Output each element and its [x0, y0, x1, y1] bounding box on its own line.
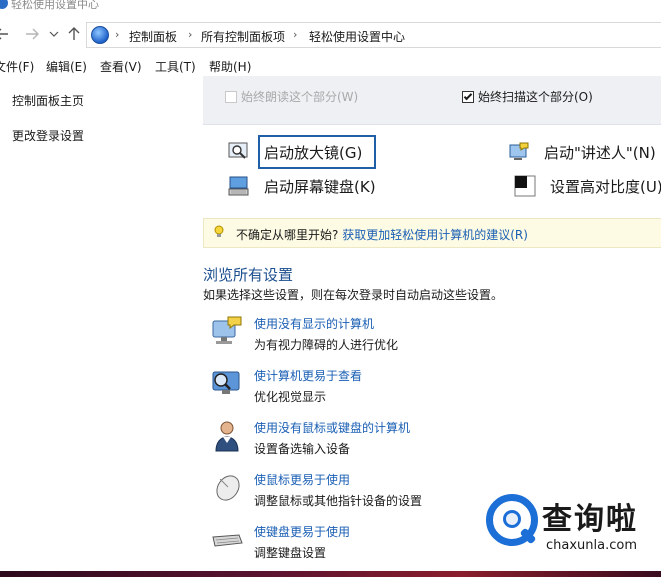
always-scan-checkbox[interactable] [462, 90, 474, 103]
setting-description: 设置备选输入设备 [254, 442, 351, 456]
window-title: 轻松使用设置中心 [11, 0, 99, 11]
section-heading: 浏览所有设置 [203, 266, 294, 284]
mouse-icon [210, 471, 244, 505]
keyboard-screen-icon [228, 175, 250, 197]
sidebar-item-change-login-settings[interactable]: 更改登录设置 [12, 127, 84, 144]
setting-description: 调整鼠标或其他指针设备的设置 [254, 494, 423, 508]
logo-dot [503, 510, 521, 528]
setting-link[interactable]: 使鼠标更易于使用 [254, 471, 350, 488]
breadcrumb-separator-icon[interactable]: › [188, 28, 192, 41]
breadcrumb-separator-icon[interactable]: › [293, 28, 297, 41]
high-contrast-label: 设置高对比度(U) [550, 177, 661, 196]
menu-help[interactable]: 帮助(H) [209, 58, 251, 75]
tip-bar: 不确定从哪里开始? 获取更加轻松使用计算机的建议(R) [203, 218, 661, 248]
breadcrumb-ease-of-access[interactable]: 轻松使用设置中心 [309, 28, 405, 45]
always-scan-label: 始终扫描这个部分(O) [478, 90, 593, 104]
setting-link[interactable]: 使用没有鼠标或键盘的计算机 [254, 419, 410, 436]
magnifier-icon [228, 141, 250, 163]
menu-edit[interactable]: 编辑(E) [46, 58, 87, 75]
high-contrast-icon [514, 175, 536, 197]
watermark-domain: chaxunla.com [546, 538, 637, 553]
setting-item-no-display[interactable]: 使用没有显示的计算机 为有视力障碍的人进行优化 [210, 315, 630, 359]
setting-item-easier-to-see[interactable]: 使计算机更易于查看 优化视觉显示 [210, 367, 630, 411]
always-read-option[interactable]: 始终朗读这个部分(W) [225, 88, 358, 105]
title-bar: 轻松使用设置中心 [0, 0, 661, 14]
menu-file[interactable]: 文件(F) [0, 58, 34, 75]
breadcrumb-all-items[interactable]: 所有控制面板项 [201, 28, 285, 45]
setting-link[interactable]: 使计算机更易于查看 [254, 367, 362, 384]
breadcrumb-separator-icon[interactable]: › [115, 28, 119, 41]
setting-description: 优化视觉显示 [254, 390, 327, 404]
up-arrow-icon[interactable] [64, 24, 84, 44]
section-description: 如果选择这些设置，则在每次登录时自动启动这些设置。 [203, 288, 504, 302]
desktop-edge [0, 571, 661, 577]
setting-description: 为有视力障碍的人进行优化 [254, 338, 399, 352]
menu-view[interactable]: 查看(V) [100, 58, 142, 75]
always-read-checkbox[interactable] [225, 90, 237, 103]
menu-bar: 文件(F) 编辑(E) 查看(V) 工具(T) 帮助(H) [0, 55, 661, 75]
focus-highlight [258, 135, 376, 169]
setting-link[interactable]: 使用没有显示的计算机 [254, 315, 374, 332]
address-bar[interactable]: › 控制面板 › 所有控制面板项 › 轻松使用设置中心 [86, 22, 661, 48]
recent-pages-chevron-icon[interactable] [44, 24, 64, 44]
narrator-option[interactable]: 启动"讲述人"(N) [508, 141, 656, 163]
person-icon [210, 419, 244, 453]
always-read-label: 始终朗读这个部分(W) [241, 90, 359, 104]
setting-item-no-mouse-keyboard[interactable]: 使用没有鼠标或键盘的计算机 设置备选输入设备 [210, 419, 630, 463]
tip-prefix: 不确定从哪里开始? [236, 228, 339, 242]
sidebar-item-control-panel-home[interactable]: 控制面板主页 [12, 92, 84, 109]
always-scan-option[interactable]: 始终扫描这个部分(O) [462, 88, 593, 105]
watermark-brand: 查询啦 [542, 502, 638, 537]
tip-text: 不确定从哪里开始? 获取更加轻松使用计算机的建议(R) [236, 226, 528, 243]
narrator-icon [508, 141, 530, 163]
monitor-speech-icon [210, 315, 244, 349]
narrator-label: 启动"讲述人"(N) [544, 143, 656, 162]
left-navigation-pane: 控制面板主页 更改登录设置 [0, 76, 200, 577]
high-contrast-option[interactable]: 设置高对比度(U) [514, 175, 661, 197]
menu-tools[interactable]: 工具(T) [155, 58, 196, 75]
control-panel-icon [91, 26, 109, 44]
watermark-logo: 查询啦 chaxunla.com [486, 492, 661, 562]
on-screen-keyboard-option[interactable]: 启动屏幕键盘(K) [228, 175, 376, 197]
forward-arrow-icon[interactable] [22, 24, 42, 44]
app-icon [0, 0, 8, 9]
on-screen-keyboard-label: 启动屏幕键盘(K) [264, 177, 376, 196]
breadcrumb-control-panel[interactable]: 控制面板 [129, 28, 177, 45]
monitor-magnifier-icon [210, 367, 244, 401]
keyboard-icon [210, 523, 244, 557]
tip-link[interactable]: 获取更加轻松使用计算机的建议(R) [342, 228, 528, 242]
setting-link[interactable]: 使键盘更易于使用 [254, 523, 350, 540]
checkmark-icon [463, 91, 473, 100]
back-arrow-icon[interactable] [0, 24, 12, 44]
setting-description: 调整键盘设置 [254, 546, 327, 560]
lightbulb-icon [214, 225, 224, 239]
